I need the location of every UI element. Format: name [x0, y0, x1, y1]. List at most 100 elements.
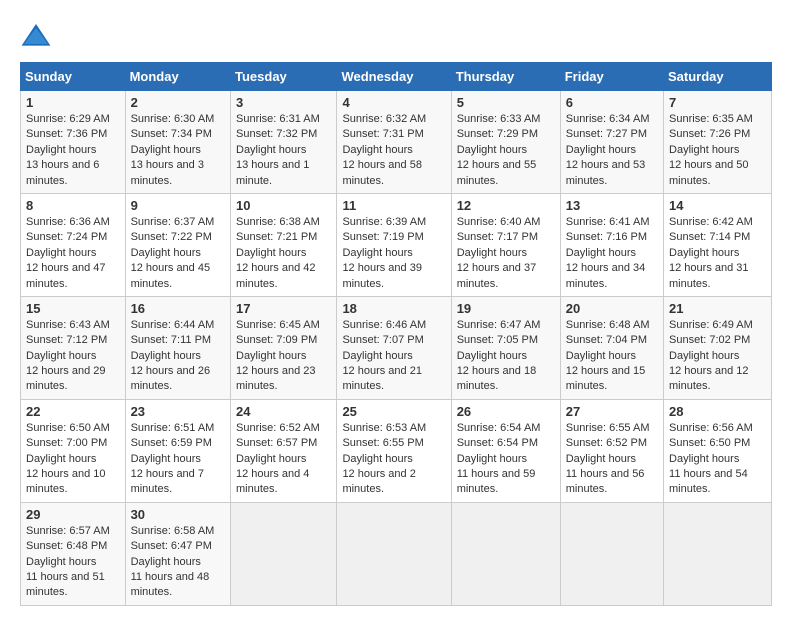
daylight-value: 12 hours and 15 minutes. [566, 365, 646, 392]
daylight-value: 12 hours and 42 minutes. [236, 262, 316, 289]
daylight-label: Daylight hours [131, 556, 201, 568]
calendar-week-row: 1 Sunrise: 6:29 AM Sunset: 7:36 PM Dayli… [21, 91, 772, 194]
calendar-cell: 15 Sunrise: 6:43 AM Sunset: 7:12 PM Dayl… [21, 296, 126, 399]
calendar-cell: 18 Sunrise: 6:46 AM Sunset: 7:07 PM Dayl… [337, 296, 451, 399]
day-number: 2 [131, 95, 225, 110]
sunrise-label: Sunrise: 6:47 AM [457, 319, 541, 331]
sunrise-label: Sunrise: 6:50 AM [26, 422, 110, 434]
sunrise-label: Sunrise: 6:54 AM [457, 422, 541, 434]
daylight-value: 12 hours and 7 minutes. [131, 468, 204, 495]
daylight-label: Daylight hours [26, 144, 96, 156]
sunrise-label: Sunrise: 6:46 AM [342, 319, 426, 331]
sunrise-label: Sunrise: 6:32 AM [342, 113, 426, 125]
daylight-label: Daylight hours [669, 247, 739, 259]
sunrise-label: Sunrise: 6:40 AM [457, 216, 541, 228]
calendar-week-row: 8 Sunrise: 6:36 AM Sunset: 7:24 PM Dayli… [21, 193, 772, 296]
sunset-label: Sunset: 7:12 PM [26, 334, 107, 346]
day-number: 28 [669, 404, 766, 419]
cell-content: Sunrise: 6:35 AM Sunset: 7:26 PM Dayligh… [669, 112, 766, 189]
calendar-cell: 5 Sunrise: 6:33 AM Sunset: 7:29 PM Dayli… [451, 91, 560, 194]
daylight-label: Daylight hours [566, 453, 636, 465]
daylight-label: Daylight hours [457, 247, 527, 259]
daylight-label: Daylight hours [457, 350, 527, 362]
day-number: 7 [669, 95, 766, 110]
daylight-label: Daylight hours [26, 556, 96, 568]
daylight-value: 12 hours and 10 minutes. [26, 468, 106, 495]
sunrise-label: Sunrise: 6:44 AM [131, 319, 215, 331]
sunrise-label: Sunrise: 6:31 AM [236, 113, 320, 125]
sunrise-label: Sunrise: 6:38 AM [236, 216, 320, 228]
cell-content: Sunrise: 6:47 AM Sunset: 7:05 PM Dayligh… [457, 318, 555, 395]
day-number: 4 [342, 95, 445, 110]
calendar-cell: 19 Sunrise: 6:47 AM Sunset: 7:05 PM Dayl… [451, 296, 560, 399]
calendar-cell [337, 502, 451, 605]
calendar-week-row: 22 Sunrise: 6:50 AM Sunset: 7:00 PM Dayl… [21, 399, 772, 502]
daylight-label: Daylight hours [457, 144, 527, 156]
calendar-cell [451, 502, 560, 605]
calendar-cell: 14 Sunrise: 6:42 AM Sunset: 7:14 PM Dayl… [664, 193, 772, 296]
sunrise-label: Sunrise: 6:45 AM [236, 319, 320, 331]
daylight-value: 11 hours and 56 minutes. [566, 468, 645, 495]
calendar-cell: 6 Sunrise: 6:34 AM Sunset: 7:27 PM Dayli… [560, 91, 663, 194]
cell-content: Sunrise: 6:50 AM Sunset: 7:00 PM Dayligh… [26, 421, 120, 498]
daylight-value: 12 hours and 31 minutes. [669, 262, 749, 289]
sunset-label: Sunset: 7:36 PM [26, 128, 107, 140]
daylight-value: 12 hours and 4 minutes. [236, 468, 309, 495]
sunset-label: Sunset: 6:47 PM [131, 540, 212, 552]
cell-content: Sunrise: 6:54 AM Sunset: 6:54 PM Dayligh… [457, 421, 555, 498]
cell-content: Sunrise: 6:39 AM Sunset: 7:19 PM Dayligh… [342, 215, 445, 292]
day-number: 13 [566, 198, 658, 213]
sunset-label: Sunset: 6:48 PM [26, 540, 107, 552]
calendar-body: 1 Sunrise: 6:29 AM Sunset: 7:36 PM Dayli… [21, 91, 772, 606]
daylight-value: 12 hours and 34 minutes. [566, 262, 646, 289]
daylight-value: 12 hours and 45 minutes. [131, 262, 211, 289]
daylight-label: Daylight hours [342, 144, 412, 156]
day-number: 9 [131, 198, 225, 213]
calendar-cell: 13 Sunrise: 6:41 AM Sunset: 7:16 PM Dayl… [560, 193, 663, 296]
calendar-cell: 29 Sunrise: 6:57 AM Sunset: 6:48 PM Dayl… [21, 502, 126, 605]
day-number: 30 [131, 507, 225, 522]
day-number: 15 [26, 301, 120, 316]
calendar-cell: 25 Sunrise: 6:53 AM Sunset: 6:55 PM Dayl… [337, 399, 451, 502]
calendar-cell: 2 Sunrise: 6:30 AM Sunset: 7:34 PM Dayli… [125, 91, 230, 194]
calendar-week-row: 29 Sunrise: 6:57 AM Sunset: 6:48 PM Dayl… [21, 502, 772, 605]
daylight-value: 11 hours and 59 minutes. [457, 468, 536, 495]
calendar-table: SundayMondayTuesdayWednesdayThursdayFrid… [20, 62, 772, 606]
sunset-label: Sunset: 7:09 PM [236, 334, 317, 346]
day-number: 6 [566, 95, 658, 110]
daylight-value: 12 hours and 39 minutes. [342, 262, 422, 289]
daylight-label: Daylight hours [566, 350, 636, 362]
calendar-cell: 28 Sunrise: 6:56 AM Sunset: 6:50 PM Dayl… [664, 399, 772, 502]
daylight-label: Daylight hours [342, 453, 412, 465]
daylight-label: Daylight hours [131, 453, 201, 465]
sunrise-label: Sunrise: 6:57 AM [26, 525, 110, 537]
calendar-cell [560, 502, 663, 605]
daylight-label: Daylight hours [457, 453, 527, 465]
calendar-cell: 1 Sunrise: 6:29 AM Sunset: 7:36 PM Dayli… [21, 91, 126, 194]
daylight-value: 11 hours and 51 minutes. [26, 571, 105, 598]
day-number: 8 [26, 198, 120, 213]
calendar-cell: 21 Sunrise: 6:49 AM Sunset: 7:02 PM Dayl… [664, 296, 772, 399]
calendar-cell: 16 Sunrise: 6:44 AM Sunset: 7:11 PM Dayl… [125, 296, 230, 399]
sunrise-label: Sunrise: 6:48 AM [566, 319, 650, 331]
daylight-value: 12 hours and 2 minutes. [342, 468, 415, 495]
calendar-cell: 9 Sunrise: 6:37 AM Sunset: 7:22 PM Dayli… [125, 193, 230, 296]
daylight-label: Daylight hours [131, 350, 201, 362]
daylight-value: 12 hours and 18 minutes. [457, 365, 537, 392]
cell-content: Sunrise: 6:43 AM Sunset: 7:12 PM Dayligh… [26, 318, 120, 395]
sunrise-label: Sunrise: 6:51 AM [131, 422, 215, 434]
logo-icon [20, 20, 52, 52]
day-number: 17 [236, 301, 331, 316]
daylight-value: 13 hours and 1 minute. [236, 159, 309, 186]
weekday-header: Friday [560, 63, 663, 91]
sunset-label: Sunset: 7:07 PM [342, 334, 423, 346]
daylight-label: Daylight hours [236, 350, 306, 362]
day-number: 20 [566, 301, 658, 316]
calendar-cell: 20 Sunrise: 6:48 AM Sunset: 7:04 PM Dayl… [560, 296, 663, 399]
cell-content: Sunrise: 6:29 AM Sunset: 7:36 PM Dayligh… [26, 112, 120, 189]
calendar-cell [664, 502, 772, 605]
daylight-label: Daylight hours [669, 350, 739, 362]
cell-content: Sunrise: 6:55 AM Sunset: 6:52 PM Dayligh… [566, 421, 658, 498]
daylight-label: Daylight hours [669, 144, 739, 156]
calendar-cell: 30 Sunrise: 6:58 AM Sunset: 6:47 PM Dayl… [125, 502, 230, 605]
